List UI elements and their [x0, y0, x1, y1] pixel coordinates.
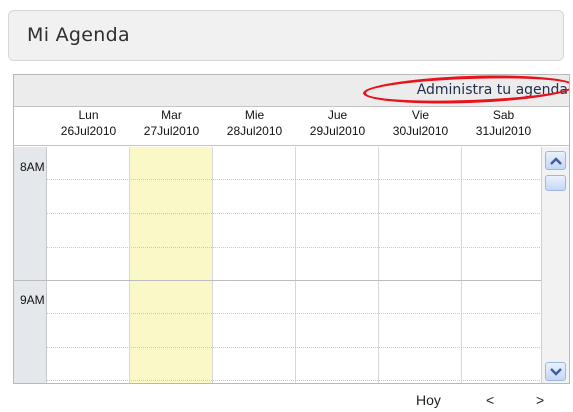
day-name: Sab [492, 108, 515, 122]
day-column-mon[interactable] [47, 147, 130, 383]
previous-week-button[interactable]: < [486, 392, 494, 412]
day-column-wed[interactable] [213, 147, 296, 383]
hour-divider [14, 280, 542, 281]
time-grid[interactable]: 8AM 9AM [14, 147, 544, 383]
chevron-up-icon [550, 157, 562, 165]
scroll-thumb[interactable] [545, 175, 566, 191]
scroll-down-button[interactable] [545, 362, 566, 381]
highlight-annotation [362, 75, 569, 107]
calendar-widget: Administra tu agenda Lun 26Jul2010 Mar 2… [13, 74, 570, 384]
day-header-sat[interactable]: Sab 31Jul2010 [462, 107, 545, 146]
slot-divider [47, 213, 542, 214]
scroll-up-button[interactable] [545, 151, 566, 170]
day-date: 31Jul2010 [475, 124, 532, 138]
day-header-wed[interactable]: Mie 28Jul2010 [213, 107, 296, 146]
page-title: Mi Agenda [27, 24, 130, 46]
day-header-row: Lun 26Jul2010 Mar 27Jul2010 Mie 28Jul201… [14, 107, 569, 146]
day-date: 29Jul2010 [309, 124, 366, 138]
day-header-tue[interactable]: Mar 27Jul2010 [130, 107, 213, 146]
slot-divider [47, 179, 542, 180]
day-header-thu[interactable]: Jue 29Jul2010 [296, 107, 379, 146]
slot-divider [47, 247, 542, 248]
next-week-button[interactable]: > [536, 392, 544, 412]
day-date: 27Jul2010 [143, 124, 200, 138]
day-name: Jue [327, 108, 348, 122]
day-name: Lun [78, 108, 99, 122]
chevron-down-icon [550, 368, 562, 376]
day-name: Mar [161, 108, 182, 122]
day-column-tue-today[interactable] [130, 147, 213, 383]
today-button[interactable]: Hoy [416, 392, 441, 412]
day-column-sat[interactable] [462, 147, 544, 383]
day-name: Vie [411, 108, 430, 122]
hour-label-8am: 8AM [20, 160, 45, 174]
day-column-thu[interactable] [296, 147, 379, 383]
hour-label-9am: 9AM [20, 293, 45, 307]
vertical-scrollbar[interactable] [541, 147, 569, 383]
day-header-mon[interactable]: Lun 26Jul2010 [47, 107, 130, 146]
day-name: Mie [244, 108, 265, 122]
slot-divider [47, 380, 542, 381]
day-date: 30Jul2010 [392, 124, 449, 138]
day-header-fri[interactable]: Vie 30Jul2010 [379, 107, 462, 146]
slot-divider [47, 313, 542, 314]
day-date: 28Jul2010 [226, 124, 283, 138]
day-date: 26Jul2010 [60, 124, 117, 138]
slot-divider [47, 347, 542, 348]
calendar-toolbar: Administra tu agenda [14, 75, 569, 107]
agenda-header: Mi Agenda [8, 10, 564, 61]
time-column: 8AM 9AM [14, 147, 47, 383]
day-column-fri[interactable] [379, 147, 462, 383]
